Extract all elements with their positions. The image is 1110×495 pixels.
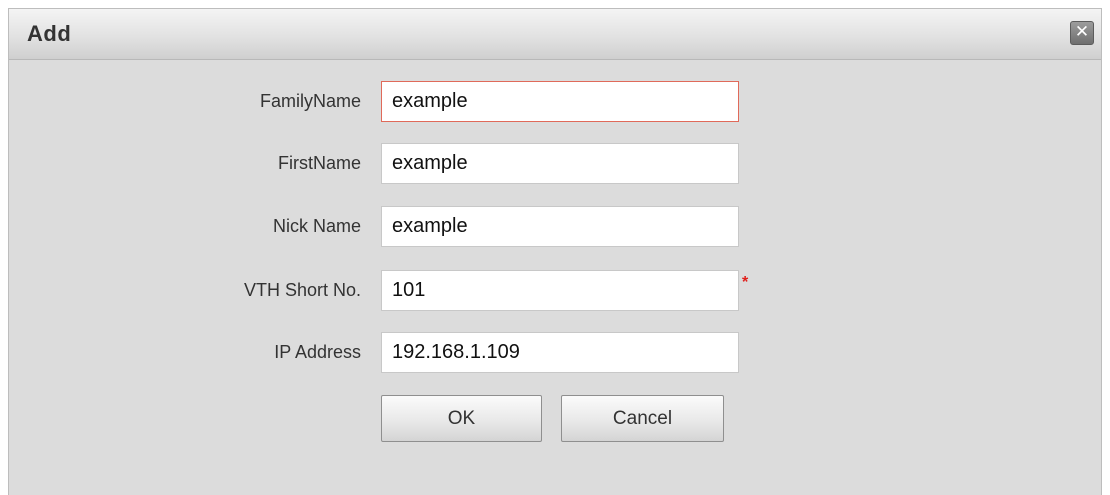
vth-short-no-label: VTH Short No. (243, 280, 361, 300)
dialog-title: Add (27, 21, 72, 46)
family-name-label: FamilyName (259, 91, 361, 111)
nick-name-label: Nick Name (272, 216, 361, 236)
ok-button[interactable]: OK (381, 395, 542, 442)
form-row-vth-short-no: VTH Short No. * (9, 270, 1103, 312)
first-name-field[interactable] (381, 143, 739, 184)
vth-short-no-field[interactable] (381, 270, 739, 311)
form-row-nick-name: Nick Name (9, 206, 1103, 248)
ip-address-field[interactable] (381, 332, 739, 373)
nick-name-field[interactable] (381, 206, 739, 247)
form-row-family-name: FamilyName (9, 81, 1103, 123)
first-name-label: FirstName (277, 153, 361, 173)
ip-address-label: IP Address (274, 342, 361, 362)
cancel-button[interactable]: Cancel (561, 395, 724, 442)
required-mark: * (742, 274, 749, 291)
family-name-field[interactable] (381, 81, 739, 122)
dialog-titlebar: Add ✕ (9, 9, 1101, 60)
close-icon[interactable]: ✕ (1070, 21, 1094, 45)
form-row-ip-address: IP Address (9, 332, 1103, 374)
add-dialog: Add ✕ FamilyName FirstName Nick Name VTH… (8, 8, 1102, 495)
form-row-first-name: FirstName (9, 143, 1103, 185)
